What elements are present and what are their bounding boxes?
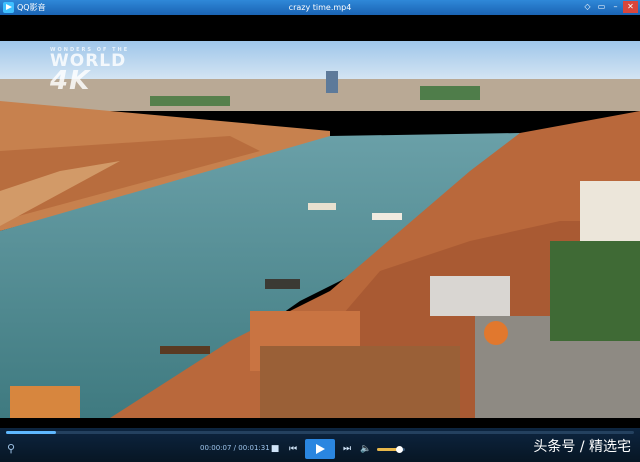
time-display: 00:00:07 / 00:01:31 bbox=[200, 444, 270, 452]
next-button[interactable]: ⏭ bbox=[341, 442, 353, 456]
app-logo-icon bbox=[3, 2, 14, 13]
volume-slider[interactable] bbox=[377, 446, 405, 453]
stop-button[interactable]: ■ bbox=[270, 442, 280, 456]
video-watermark: WONDERS OF THE WORLD 4K bbox=[50, 47, 129, 96]
control-row: ⚲ 00:00:07 / 00:01:31 ■ ⏮ ⏭ 🔈 头条号 / 精选宅 bbox=[0, 438, 640, 460]
window-controls: ◇ ▭ – ✕ bbox=[581, 1, 638, 13]
play-button[interactable] bbox=[305, 439, 335, 459]
control-bar: ⚲ 00:00:07 / 00:01:31 ■ ⏮ ⏭ 🔈 头条号 / 精选宅 bbox=[0, 428, 640, 462]
volume-knob[interactable] bbox=[396, 446, 404, 453]
video-frame bbox=[0, 41, 640, 418]
app-name: QQ影音 bbox=[17, 3, 46, 12]
window-title: crazy time.mp4 bbox=[288, 3, 352, 12]
close-button[interactable]: ✕ bbox=[623, 1, 638, 13]
title-bar[interactable]: QQ影音 crazy time.mp4 ◇ ▭ – ✕ bbox=[0, 0, 640, 15]
progress-bar[interactable] bbox=[6, 431, 634, 434]
tools-icon[interactable]: ⚲ bbox=[7, 442, 17, 456]
restore-button[interactable]: ▭ bbox=[595, 1, 608, 13]
video-area[interactable]: WONDERS OF THE WORLD 4K bbox=[0, 15, 640, 428]
watermark-4k: 4K bbox=[50, 66, 91, 96]
minimize-button[interactable]: – bbox=[609, 1, 622, 13]
previous-button[interactable]: ⏮ bbox=[287, 442, 299, 456]
progress-fill bbox=[6, 431, 57, 434]
credit-overlay: 头条号 / 精选宅 bbox=[533, 439, 631, 455]
skin-icon[interactable]: ◇ bbox=[581, 1, 594, 13]
volume-icon[interactable]: 🔈 bbox=[360, 442, 372, 456]
